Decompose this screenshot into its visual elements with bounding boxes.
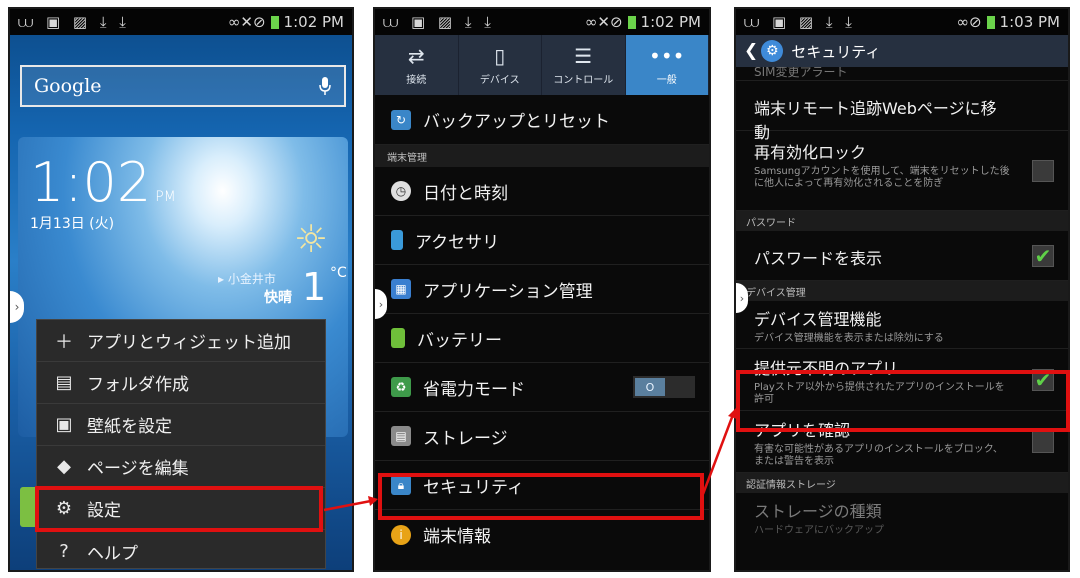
google-search-bar[interactable]: Google: [20, 65, 346, 107]
wallpaper-icon: ▣: [55, 414, 73, 435]
arrow-settings-to-security: [323, 496, 378, 512]
status-icons-right: ∞✕⊘: [584, 13, 623, 31]
controls-icon: ☰: [574, 43, 593, 68]
status-time: 1:02 PM: [640, 13, 701, 31]
arrow-security-to-unknown-sources: [701, 408, 737, 495]
weather-temperature: 1: [302, 265, 327, 309]
tab-device[interactable]: ▯ デバイス: [459, 35, 542, 95]
status-icons-left: ⩊ ▣ ▨ ⤓ ⤓: [383, 13, 495, 31]
settings-item-accessories[interactable]: アクセサリ: [375, 216, 709, 265]
device-admin-item[interactable]: デバイス管理機能 デバイス管理機能を表示または除効にする: [736, 301, 1068, 349]
reactivation-lock-checkbox[interactable]: [1032, 159, 1054, 182]
security-screen: ⩊ ▣ ▨ ⤓ ⤓ ∞⊘ 1:03 PM ❮ ⚙ セキュリティ SIM変更アラー…: [734, 7, 1070, 572]
status-bar: ⩊ ▣ ▨ ⤓ ⤓ ∞✕⊘ 1:02 PM: [375, 9, 709, 35]
more-icon: •••: [649, 43, 685, 68]
status-icons-right: ∞✕⊘: [227, 13, 266, 31]
power-saving-toggle[interactable]: O: [633, 376, 695, 398]
section-device-admin: デバイス管理: [736, 281, 1068, 301]
storage-icon: ▤: [391, 426, 411, 446]
highlight-settings-menu-item: [35, 486, 323, 532]
highlight-unknown-sources: [736, 370, 1070, 432]
tab-general[interactable]: ••• 一般: [625, 35, 709, 95]
menu-add-apps-widgets[interactable]: ＋アプリとウィジェット追加: [37, 320, 325, 362]
tab-connections[interactable]: ⇄ 接続: [375, 35, 459, 95]
section-device-manager: 端末管理: [375, 145, 709, 167]
clock-icon: ◷: [391, 181, 411, 201]
section-password: パスワード: [736, 211, 1068, 231]
status-bar: ⩊ ▣ ▨ ⤓ ⤓ ∞✕⊘ 1:02 PM: [10, 9, 352, 35]
menu-help[interactable]: ? ヘルプ: [37, 530, 325, 570]
show-password-item[interactable]: パスワードを表示 ✔: [736, 231, 1068, 281]
back-chevron-icon[interactable]: ❮: [744, 41, 758, 61]
google-label: Google: [34, 75, 102, 97]
status-icons-left: ⩊ ▣ ▨ ⤓ ⤓: [18, 13, 130, 31]
clock-date: 1月13日 (火): [30, 216, 115, 232]
storage-type-item: ストレージの種類 ハードウェアにバックアップ: [754, 502, 884, 536]
app-grid-icon: ▦: [391, 279, 411, 299]
reactivation-lock-item[interactable]: 再有効化ロック Samsungアカウントを使用して、端末をリセットした後に他人に…: [736, 131, 1068, 211]
pencil-icon: ◆: [57, 456, 71, 477]
highlight-security-item: [378, 473, 704, 520]
menu-edit-page[interactable]: ◆ ページを編集: [37, 446, 325, 488]
show-password-checkbox[interactable]: ✔: [1032, 244, 1054, 268]
section-credential-storage: 認証情報ストレージ: [736, 473, 1068, 493]
device-icon: ▯: [494, 43, 506, 68]
verify-apps-checkbox[interactable]: [1032, 430, 1054, 453]
page-title: セキュリティ: [791, 42, 881, 61]
remote-tracking-item[interactable]: 端末リモート追跡Webページに移動: [736, 81, 1068, 142]
status-time: 1:03 PM: [999, 13, 1060, 31]
settings-item-storage[interactable]: ▤ ストレージ: [375, 412, 709, 461]
weather-unit: °C: [330, 265, 347, 281]
folder-icon: ▤: [55, 372, 73, 393]
weather-condition: 快晴: [264, 290, 292, 306]
sim-change-alert-item[interactable]: SIM変更アラート: [736, 67, 1068, 81]
app-bar: ❮ ⚙ セキュリティ: [736, 35, 1068, 67]
backup-icon: ↻: [391, 109, 411, 130]
plus-icon: ＋: [55, 331, 73, 353]
status-icons-left: ⩊ ▣ ▨ ⤓ ⤓: [744, 13, 856, 31]
menu-set-wallpaper[interactable]: ▣ 壁紙を設定: [37, 404, 325, 446]
status-time: 1:02 PM: [283, 13, 344, 31]
battery-icon: [270, 15, 279, 29]
clock-time: 1:02 PM: [30, 151, 176, 214]
sun-icon: ☼: [294, 217, 329, 261]
battery-icon: [627, 15, 636, 29]
settings-item-date-time[interactable]: ◷ 日付と時刻: [375, 167, 709, 216]
settings-item-power-saving[interactable]: ♻ 省電力モード O: [375, 363, 709, 412]
accessory-icon: [391, 230, 403, 250]
status-bar: ⩊ ▣ ▨ ⤓ ⤓ ∞⊘ 1:03 PM: [736, 9, 1068, 35]
status-icons-right: ∞⊘: [956, 13, 982, 31]
weather-city: ▸ 小金井市: [218, 272, 276, 286]
mic-icon[interactable]: [318, 76, 332, 96]
gear-icon: ⚙: [761, 40, 784, 62]
settings-item-backup[interactable]: ↻ バックアップとリセット: [375, 95, 709, 145]
help-icon: ?: [59, 540, 69, 562]
connections-icon: ⇄: [407, 43, 425, 68]
menu-create-folder[interactable]: ▤ フォルダ作成: [37, 362, 325, 404]
info-icon: i: [391, 524, 411, 545]
power-saving-icon: ♻: [391, 377, 411, 397]
settings-item-app-manager[interactable]: ▦ アプリケーション管理: [375, 265, 709, 314]
settings-item-battery[interactable]: バッテリー: [375, 314, 709, 363]
battery-item-icon: [391, 328, 405, 348]
battery-icon: [986, 15, 995, 29]
settings-tabs: ⇄ 接続 ▯ デバイス ☰ コントロール ••• 一般: [375, 35, 709, 95]
tab-controls[interactable]: ☰ コントロール: [542, 35, 626, 95]
